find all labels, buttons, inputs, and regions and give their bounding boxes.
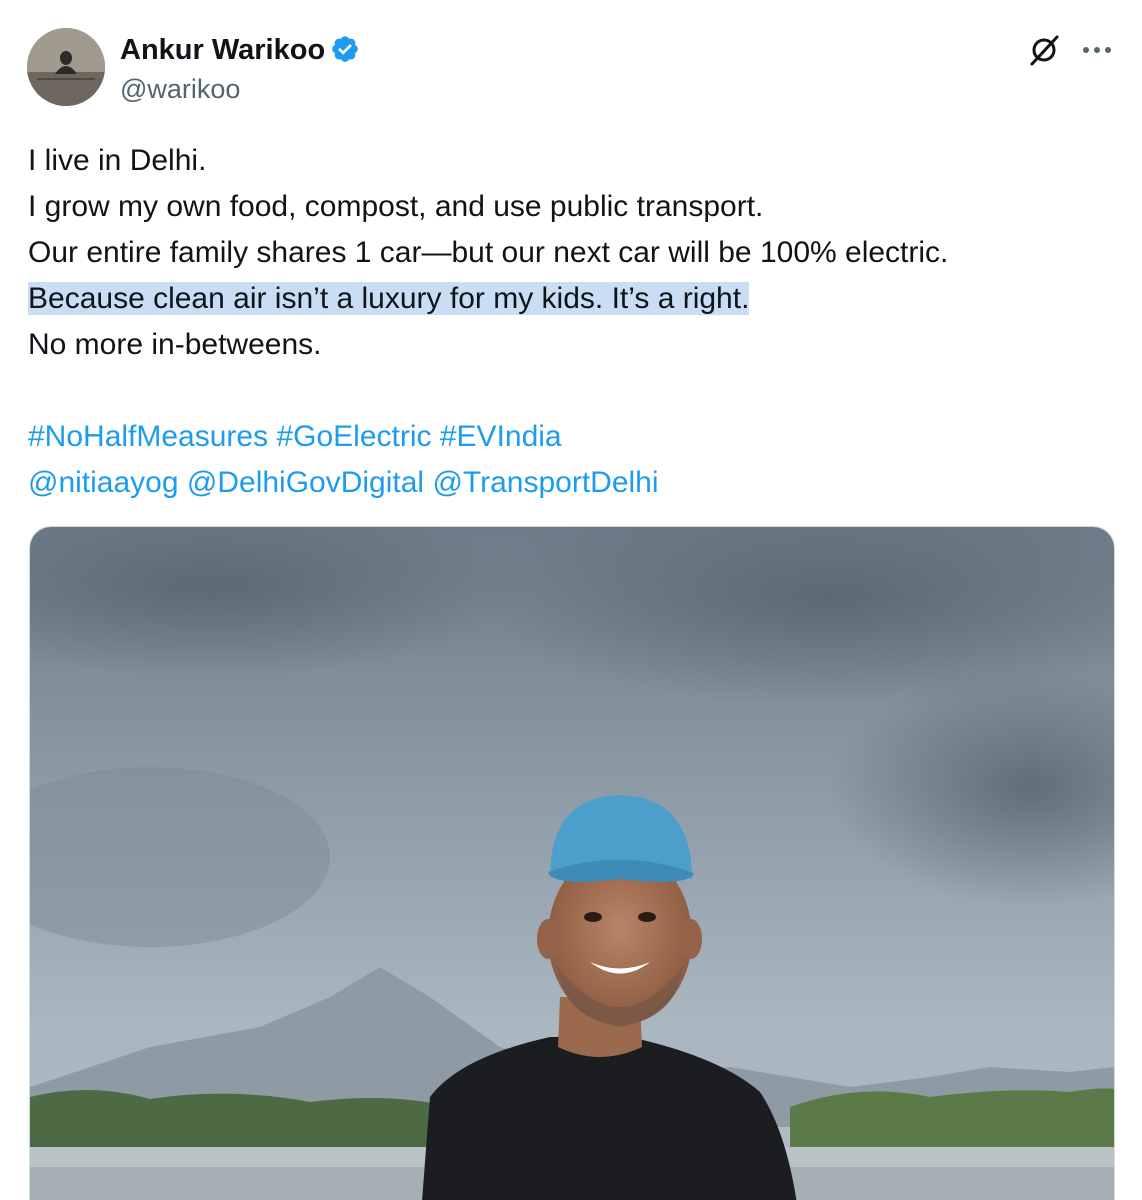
tweet-line: No more in-betweens.	[28, 328, 322, 361]
avatar-image	[27, 28, 105, 106]
tweet-text: I live in Delhi. I grow my own food, com…	[28, 138, 1118, 506]
mention-link[interactable]: @TransportDelhi	[432, 466, 658, 499]
tweet-line: Our entire family shares 1 car—but our n…	[28, 236, 949, 269]
author-name[interactable]: Ankur Warikoo	[120, 32, 325, 68]
grok-icon[interactable]	[1027, 33, 1061, 67]
hashtag-link[interactable]: #EVIndia	[440, 420, 562, 453]
tweet-line: I live in Delhi.	[28, 144, 207, 177]
author-handle[interactable]: @warikoo	[120, 72, 240, 106]
mention-link[interactable]: @nitiaayog	[28, 466, 179, 499]
mention-link[interactable]: @DelhiGovDigital	[187, 466, 424, 499]
tweet-media[interactable]	[29, 526, 1115, 1200]
selected-text: Because clean air isn’t a luxury for my …	[28, 282, 750, 315]
hashtag-line: #NoHalfMeasures #GoElectric #EVIndia	[28, 414, 1118, 460]
more-options-icon[interactable]	[1081, 40, 1113, 60]
tweet-line: I grow my own food, compost, and use pub…	[28, 190, 764, 223]
author-avatar[interactable]	[27, 28, 105, 106]
tweet-line-highlighted: Because clean air isn’t a luxury for my …	[28, 276, 1118, 322]
photo-image	[30, 527, 1114, 1200]
hashtag-link[interactable]: #NoHalfMeasures	[28, 420, 268, 453]
mention-line: @nitiaayog @DelhiGovDigital @TransportDe…	[28, 460, 1118, 506]
hashtag-link[interactable]: #GoElectric	[276, 420, 431, 453]
verified-badge-icon	[332, 36, 358, 62]
